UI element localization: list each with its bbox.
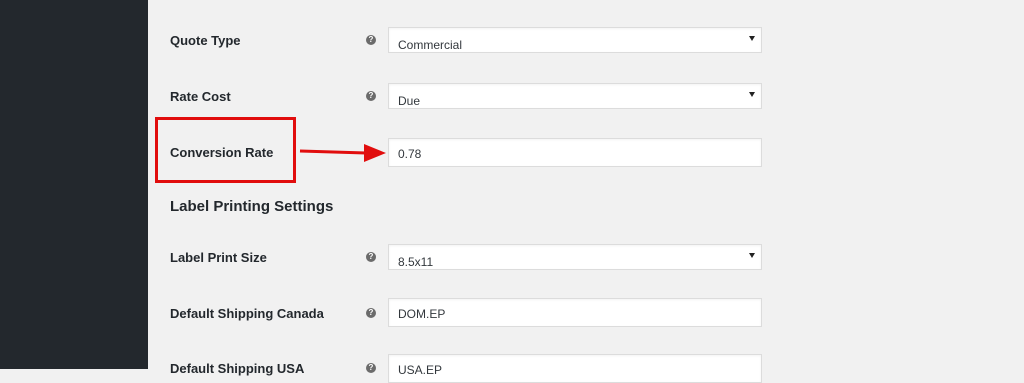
label-print-size-value: 8.5x11 bbox=[398, 255, 434, 269]
settings-form: Quote Type ? Commercial Rate Cost ? Due … bbox=[148, 0, 1024, 383]
help-icon[interactable]: ? bbox=[366, 35, 376, 45]
rate-cost-label: Rate Cost bbox=[170, 89, 231, 104]
chevron-down-icon bbox=[749, 253, 755, 258]
help-icon[interactable]: ? bbox=[366, 91, 376, 101]
default-shipping-canada-input[interactable]: DOM.EP bbox=[388, 298, 762, 327]
section-heading: Label Printing Settings bbox=[170, 198, 334, 215]
label-print-size-label: Label Print Size bbox=[170, 250, 267, 265]
default-shipping-usa-label: Default Shipping USA bbox=[170, 361, 305, 376]
annotation-arrow-icon bbox=[299, 144, 386, 162]
quote-type-select[interactable]: Commercial bbox=[388, 27, 762, 53]
annotation-highlight-box bbox=[155, 117, 296, 183]
conversion-rate-value: 0.78 bbox=[398, 147, 422, 161]
admin-sidebar bbox=[0, 0, 148, 369]
help-icon[interactable]: ? bbox=[366, 363, 376, 373]
help-icon[interactable]: ? bbox=[366, 252, 376, 262]
default-shipping-canada-label: Default Shipping Canada bbox=[170, 306, 324, 321]
chevron-down-icon bbox=[749, 36, 755, 41]
quote-type-value: Commercial bbox=[398, 38, 463, 52]
default-shipping-canada-value: DOM.EP bbox=[398, 307, 446, 321]
conversion-rate-input[interactable]: 0.78 bbox=[388, 138, 762, 167]
quote-type-label: Quote Type bbox=[170, 33, 241, 48]
rate-cost-value: Due bbox=[398, 94, 421, 108]
rate-cost-select[interactable]: Due bbox=[388, 83, 762, 109]
default-shipping-usa-value: USA.EP bbox=[398, 363, 443, 377]
chevron-down-icon bbox=[749, 92, 755, 97]
help-icon[interactable]: ? bbox=[366, 308, 376, 318]
label-print-size-select[interactable]: 8.5x11 bbox=[388, 244, 762, 270]
